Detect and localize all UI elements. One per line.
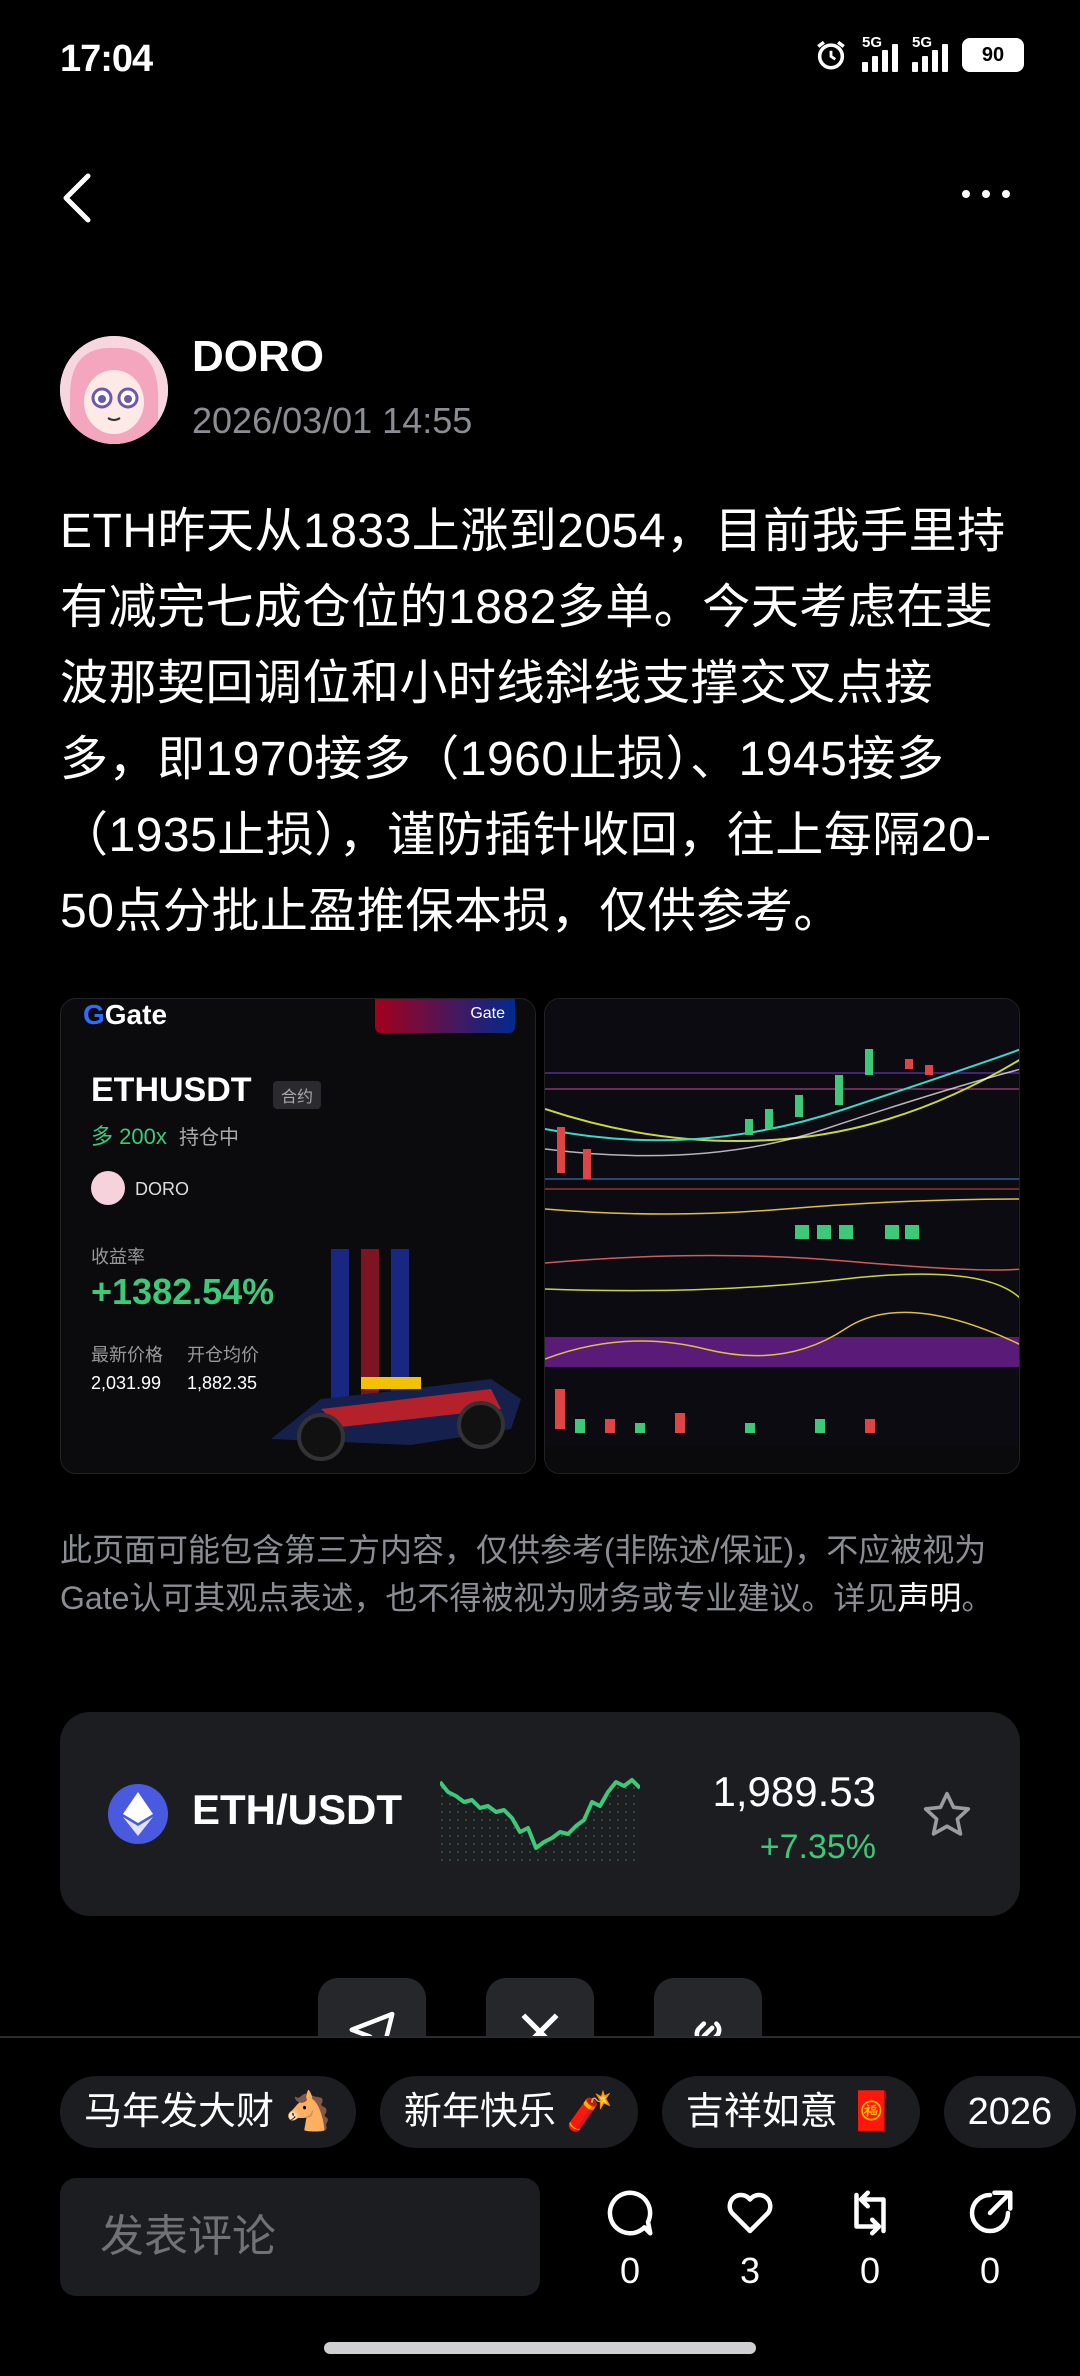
like-count: 3 <box>739 2250 761 2291</box>
comment-icon <box>607 2190 653 2236</box>
position-status: 持仓中 <box>179 1127 239 1149</box>
avatar[interactable] <box>60 336 168 444</box>
ticker-change: +7.35% <box>759 1828 876 1866</box>
heart-icon <box>727 2192 773 2234</box>
share-icon <box>969 2190 1013 2234</box>
alarm-icon <box>817 40 845 70</box>
statement-link[interactable]: 声明 <box>897 1580 961 1616</box>
gate-logo: GGate <box>83 999 168 1030</box>
star-icon[interactable] <box>920 1788 974 1842</box>
comment-count: 0 <box>619 2250 641 2291</box>
latest-price: 2,031.99 <box>91 1373 162 1393</box>
race-car-icon <box>271 1249 521 1461</box>
signal-icon: 5G <box>912 34 948 72</box>
post-body: ETH昨天从1833上涨到2054，目前我手里持有减完七成仓位的1882多单。今… <box>60 505 1006 938</box>
signal-icon: 5G <box>862 34 898 72</box>
roi-label: 收益率 <box>91 1247 145 1267</box>
roi-value: +1382.54% <box>91 1271 275 1312</box>
like-action[interactable]: 3 <box>710 2186 790 2292</box>
tag-chip[interactable]: 马年发大财 🐴 <box>60 2076 356 2148</box>
disclaimer: 此页面可能包含第三方内容，仅供参考(非陈述/保证)，不应被视为Gate认可其观点… <box>60 1532 994 1616</box>
status-time: 17:04 <box>60 38 153 80</box>
candlestick-chart <box>545 999 1019 1473</box>
more-icon[interactable] <box>962 190 1010 198</box>
sparkline-chart <box>440 1778 640 1866</box>
entry-price-label: 开仓均价 <box>187 1345 259 1365</box>
repost-count: 0 <box>859 2250 881 2291</box>
mini-avatar <box>91 1171 125 1205</box>
quick-reply-tags: 马年发大财 🐴 新年快乐 🧨 吉祥如意 🧧 2026 <box>60 2076 1077 2148</box>
share-action[interactable]: 0 <box>950 2186 1030 2292</box>
contract-tag: 合约 <box>273 1081 322 1109</box>
tag-chip[interactable]: 2026 <box>943 2076 1077 2148</box>
tag-chip[interactable]: 新年快乐 🧨 <box>379 2076 638 2148</box>
latest-price-label: 最新价格 <box>91 1345 163 1365</box>
symbol: ETHUSDT <box>91 1071 252 1109</box>
tag-chip[interactable]: 吉祥如意 🧧 <box>661 2076 920 2148</box>
back-icon[interactable] <box>58 170 98 226</box>
position-card-image[interactable]: GGate Gate ETHUSDT 合约 多 200x 持仓中 DORO 收益… <box>60 998 536 1474</box>
battery-icon: 90 <box>962 38 1024 72</box>
ticker-price: 1,989.53 <box>712 1768 877 1815</box>
author-name[interactable]: DORO <box>192 332 324 382</box>
entry-price: 1,882.35 <box>187 1373 258 1393</box>
post-timestamp: 2026/03/01 14:55 <box>192 400 473 441</box>
repost-icon <box>854 2190 886 2236</box>
kline-chart-image[interactable] <box>544 998 1020 1474</box>
comment-action[interactable]: 0 <box>590 2186 670 2292</box>
repost-action[interactable]: 0 <box>830 2186 910 2292</box>
card-user: DORO <box>135 1179 189 1199</box>
status-icons: 5G 5G 90 <box>814 34 1024 72</box>
comment-input[interactable] <box>60 2178 540 2296</box>
eth-icon <box>108 1784 168 1844</box>
trading-pair: ETH/USDT <box>192 1786 402 1833</box>
leverage: 多 200x <box>91 1124 167 1149</box>
share-count: 0 <box>979 2250 1001 2291</box>
gate-badge: Gate <box>375 999 515 1033</box>
home-indicator[interactable] <box>324 2342 756 2354</box>
ticker-card[interactable]: ETH/USDT 1,989.53 +7.35% <box>60 1712 1020 1916</box>
